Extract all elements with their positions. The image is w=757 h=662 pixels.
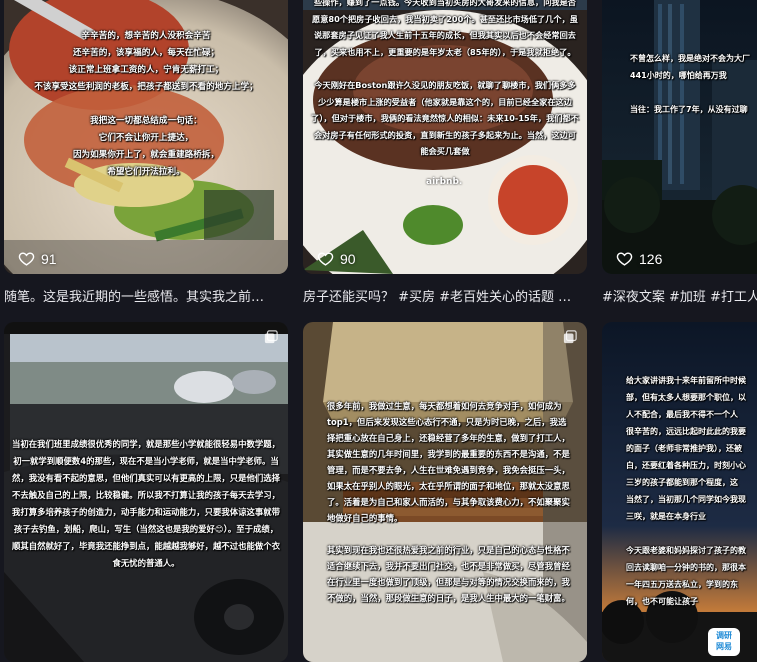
post-card-3[interactable]: 不曾怎么样，我是绝对不会为大厂 441小时的，哪怕给再万我 当往：我工作了7年，…	[602, 0, 757, 274]
heart-outline-icon	[616, 252, 633, 266]
like-count-value: 126	[639, 250, 663, 267]
heart-outline-icon	[18, 252, 35, 266]
post-card-2[interactable]: 些操作，赚到了一点钱。今天收到当初买房的大哥发来的信息，问我是否愿意80个把房子…	[303, 0, 587, 274]
multi-image-icon	[264, 330, 278, 344]
watermark-airbnb: airbnb.	[426, 177, 463, 187]
post-overlay-text-4: 当初在我们班里成绩很优秀的同学，就是那些小学就能很轻易中数学题，初一就学到顺便数…	[12, 439, 280, 568]
post-overlay-text-6: 给大家讲讲我十来年前留所中时候 部，但有太多人想要那个职位，以 人不配合，最后我…	[626, 376, 746, 606]
heart-outline-icon	[317, 252, 334, 266]
post-overlay-text-5: 很多年前，我做过生意，每天都想着如何去竞争对手，如何成为top1，但后来发现这些…	[327, 401, 570, 603]
like-count-value: 90	[340, 250, 356, 267]
post-card-1[interactable]: 辛辛苦的，想辛苦的人没积会辛苦 还辛苦的，该享福的人，每天在忙碌； 该正常上班拿…	[4, 0, 288, 274]
like-count-value: 91	[41, 250, 57, 267]
post-thumbnail-3	[602, 0, 757, 274]
post-caption-2[interactable]: 房子还能买吗？ #买房 #老百姓关心的话题 …	[303, 286, 587, 306]
post-caption-3[interactable]: #深夜文案 #加班 #打工人	[602, 286, 757, 306]
post-overlay-text-2: 些操作，赚到了一点钱。今天收到当初买房的大哥发来的信息，问我是否愿意80个把房子…	[311, 0, 579, 157]
post-card-4[interactable]: 当初在我们班里成绩很优秀的同学，就是那些小学就能很轻易中数学题，初一就学到顺便数…	[4, 322, 288, 662]
like-count-3[interactable]: 126	[616, 250, 662, 267]
post-card-6[interactable]: 给大家讲讲我十来年前留所中时候 部，但有太多人想要那个职位，以 人不配合，最后我…	[602, 322, 757, 662]
post-overlay-text-1: 辛辛苦的，想辛苦的人没积会辛苦 还辛苦的，该享福的人，每天在忙碌； 该正常上班拿…	[34, 31, 258, 177]
multi-image-icon	[563, 330, 577, 344]
post-overlay-text-3: 不曾怎么样，我是绝对不会为大厂 441小时的，哪怕给再万我 当往：我工作了7年，…	[630, 54, 750, 114]
app-logo: 调研 网易	[708, 628, 740, 656]
post-card-5[interactable]: 很多年前，我做过生意，每天都想着如何去竞争对手，如何成为top1，但后来发现这些…	[303, 322, 587, 662]
like-count-2[interactable]: 90	[317, 250, 356, 267]
like-count-1[interactable]: 91	[18, 250, 57, 267]
post-caption-1[interactable]: 随笔。这是我近期的一些感悟。其实我之前…	[4, 286, 288, 306]
